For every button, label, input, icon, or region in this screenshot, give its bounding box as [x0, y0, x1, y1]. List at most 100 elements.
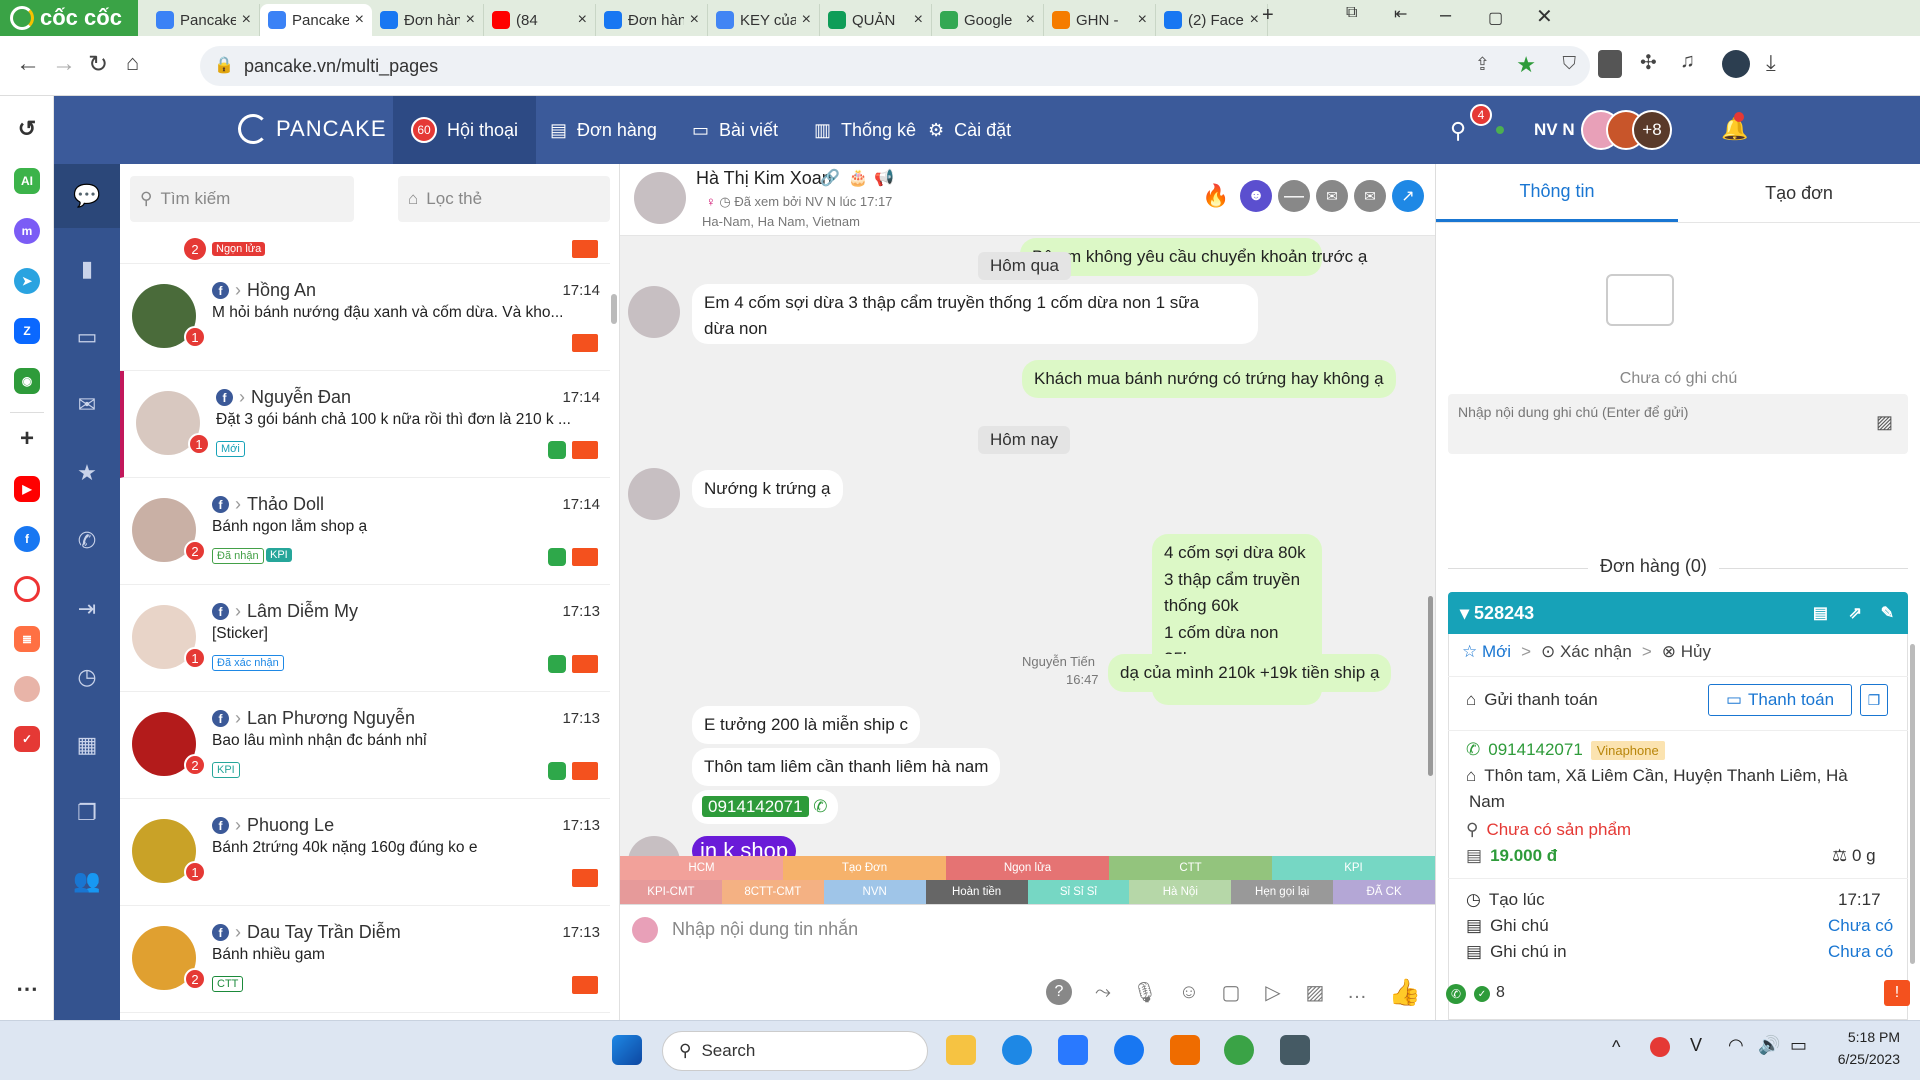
warning-icon[interactable]: !	[1884, 980, 1910, 1006]
downloads-icon[interactable]: ⤓	[1766, 50, 1776, 76]
step-new[interactable]: ☆ Mới	[1462, 642, 1511, 662]
ai-icon[interactable]: AI	[14, 168, 40, 194]
help-icon[interactable]: ?	[1046, 979, 1072, 1005]
note-input[interactable]: Nhập nội dung ghi chú (Enter để gửi)	[1448, 394, 1908, 454]
mail-action-icon[interactable]	[572, 869, 598, 887]
block-icon[interactable]: —	[1278, 180, 1310, 212]
star-icon[interactable]: ★	[74, 460, 100, 486]
conversation-item[interactable]: 1 f › Lâm Diễm My 17:13 [Sticker] Đã xác nhận	[120, 585, 610, 692]
facebook-icon[interactable]: f	[14, 526, 40, 552]
new-tab-button[interactable]: +	[1262, 4, 1274, 27]
mail-action-icon[interactable]	[572, 240, 598, 258]
calculator-icon[interactable]	[1280, 1035, 1310, 1065]
tag-chip[interactable]: KPI-CMT	[620, 880, 722, 904]
panel-scrollbar[interactable]	[1910, 644, 1915, 964]
open-external-icon[interactable]: ↗	[1392, 180, 1424, 212]
conversation-item[interactable]: 1 f › Nguyễn Đan 17:14 Đặt 3 gói bánh chả 100…	[120, 371, 610, 478]
message-outgoing[interactable]: dạ của mình 210k +19k tiền ship ạ	[1108, 654, 1392, 692]
share-order-icon[interactable]: ⇗	[1849, 603, 1862, 623]
payment-button[interactable]: ▭ Thanh toán	[1708, 684, 1852, 716]
phone-action-icon[interactable]	[548, 441, 566, 459]
facebook-taskbar-icon[interactable]	[1114, 1035, 1144, 1065]
message-outgoing[interactable]: Khách mua bánh nướng có trứng hay không …	[1022, 360, 1396, 398]
more-users[interactable]: +8	[1632, 110, 1672, 150]
cart-icon[interactable]: ⚲	[1450, 118, 1466, 144]
sticker-icon[interactable]: ▢	[1218, 979, 1244, 1005]
logout-icon[interactable]: ⇥	[74, 596, 100, 622]
fire-icon[interactable]: 🔥	[1200, 180, 1232, 212]
profile-avatar[interactable]	[1722, 50, 1750, 78]
message-incoming-phone[interactable]: 0914142071 ✆	[692, 790, 838, 824]
zalo-icon[interactable]: Z	[14, 318, 40, 344]
tag-chip[interactable]: HCM	[620, 856, 783, 880]
download-ext-icon[interactable]	[1598, 50, 1622, 78]
volume-icon[interactable]: 🔊	[1758, 1035, 1780, 1056]
conversation-item[interactable]: 1 f › Hồng An 17:14 M hỏi bánh nướng đậu xanh…	[120, 264, 610, 371]
order-header[interactable]: ▾ 528243 ▤ ⇗ ✎	[1448, 592, 1908, 634]
taskbar-search[interactable]: ⚲ Search	[662, 1031, 928, 1071]
mail-action-icon[interactable]	[572, 762, 598, 780]
image-icon[interactable]: ▨	[1302, 979, 1328, 1005]
more-icon[interactable]: ⋯	[14, 976, 40, 1002]
products-row[interactable]: ⚲ Chưa có sản phẩm	[1466, 820, 1631, 840]
browser-tab[interactable]: Google ×	[932, 4, 1044, 36]
history-icon[interactable]: ↺	[14, 116, 40, 142]
mail-read-icon[interactable]: ✉	[1316, 180, 1348, 212]
tag-chip[interactable]: Hẹn gọi lại	[1231, 880, 1334, 904]
close-tab-icon[interactable]: ×	[1138, 11, 1147, 29]
link-icon[interactable]: 🔗	[820, 168, 840, 188]
step-cancel[interactable]: ⊗ Hủy	[1662, 642, 1711, 662]
comment-icon[interactable]: ▭	[74, 324, 100, 350]
coccoc-brand[interactable]: cốc cốc	[0, 0, 138, 36]
game-icon[interactable]: ◉	[14, 368, 40, 394]
nav-cai-dat[interactable]: ⚙ Cài đặt	[910, 96, 1029, 164]
reload-icon[interactable]: ↻	[88, 50, 108, 79]
back-tab-icon[interactable]: ⇤	[1394, 4, 1407, 24]
close-tab-icon[interactable]: ×	[355, 11, 364, 29]
call-icon[interactable]: ✆	[1446, 984, 1466, 1004]
mail-action-icon[interactable]	[572, 655, 598, 673]
phone-action-icon[interactable]	[548, 762, 566, 780]
phone-chip[interactable]: 0914142071	[702, 796, 809, 817]
tag-chip[interactable]: Hà Nội	[1129, 880, 1232, 904]
list-scrollbar[interactable]	[611, 294, 617, 324]
edge-icon[interactable]	[1002, 1035, 1032, 1065]
quick-reply-icon[interactable]: …	[1344, 979, 1370, 1005]
maximize-button[interactable]: ▢	[1488, 8, 1503, 28]
customer-avatar[interactable]	[634, 172, 686, 224]
close-tab-icon[interactable]: ×	[914, 11, 923, 29]
pancake-logo[interactable]: PANCAKE	[238, 114, 387, 144]
users-icon[interactable]: 👥	[73, 868, 100, 894]
shield-icon[interactable]: ⛉	[1563, 53, 1577, 74]
todoist-icon[interactable]: ✓	[14, 726, 40, 752]
search-input[interactable]: ⚲ Tìm kiếm	[130, 176, 354, 222]
close-tab-icon[interactable]: ×	[466, 11, 475, 29]
mail-action-icon[interactable]	[572, 334, 598, 352]
message-incoming[interactable]: in k shop	[692, 836, 797, 856]
tray-v-icon[interactable]: V	[1690, 1035, 1702, 1056]
route-icon[interactable]: ⤳	[1090, 979, 1116, 1005]
url-field[interactable]: 🔒 pancake.vn/multi_pages ⇪ ★ ⛉	[200, 46, 1590, 86]
conversation-item[interactable]: 2 f › Thảo Doll 17:14 Bánh ngon lắm shop ạ Đã …	[120, 478, 610, 585]
current-user[interactable]: NV N	[1534, 120, 1575, 140]
tag-chip[interactable]: Sỉ Sỉ Sỉ	[1027, 880, 1130, 904]
message-incoming[interactable]: E tưởng 200 là miễn ship c	[692, 706, 920, 744]
message-incoming[interactable]: Nướng k trứng ạ	[692, 470, 843, 508]
mail-action-icon[interactable]	[572, 976, 598, 994]
close-tab-icon[interactable]: ×	[242, 11, 251, 29]
tag-chip[interactable]: Ngọn lửa	[946, 856, 1109, 880]
close-tab-icon[interactable]: ×	[690, 11, 699, 29]
browser-tab[interactable]: Đơn hàn ×	[596, 4, 708, 36]
avatar-app-icon[interactable]	[14, 676, 40, 702]
file-explorer-icon[interactable]	[946, 1035, 976, 1065]
bookmark-star-icon[interactable]: ★	[1516, 52, 1536, 78]
attach-image-icon[interactable]: ▨	[1876, 412, 1893, 433]
mail-unread-icon[interactable]: ✉	[1354, 180, 1386, 212]
mail-action-icon[interactable]	[572, 548, 598, 566]
phone-call-icon[interactable]: ✆	[813, 797, 827, 816]
extensions-icon[interactable]: ✣	[1640, 50, 1657, 75]
telegram-icon[interactable]: ➤	[14, 268, 40, 294]
phone-action-icon[interactable]	[548, 655, 566, 673]
clock-time[interactable]: 5:18 PM	[1830, 1029, 1900, 1045]
tag-chip[interactable]: NVN	[823, 880, 926, 904]
